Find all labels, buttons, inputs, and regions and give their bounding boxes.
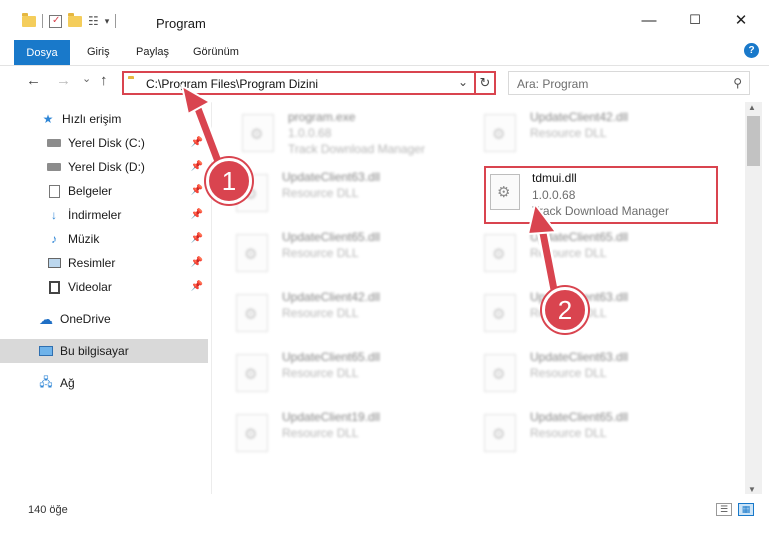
callout-badge-2: 2 (542, 287, 588, 333)
arrow-2 (526, 201, 562, 306)
annotation-arrows (180, 84, 562, 306)
callout-badge-1: 1 (206, 158, 252, 204)
arrow-1 (180, 84, 228, 178)
